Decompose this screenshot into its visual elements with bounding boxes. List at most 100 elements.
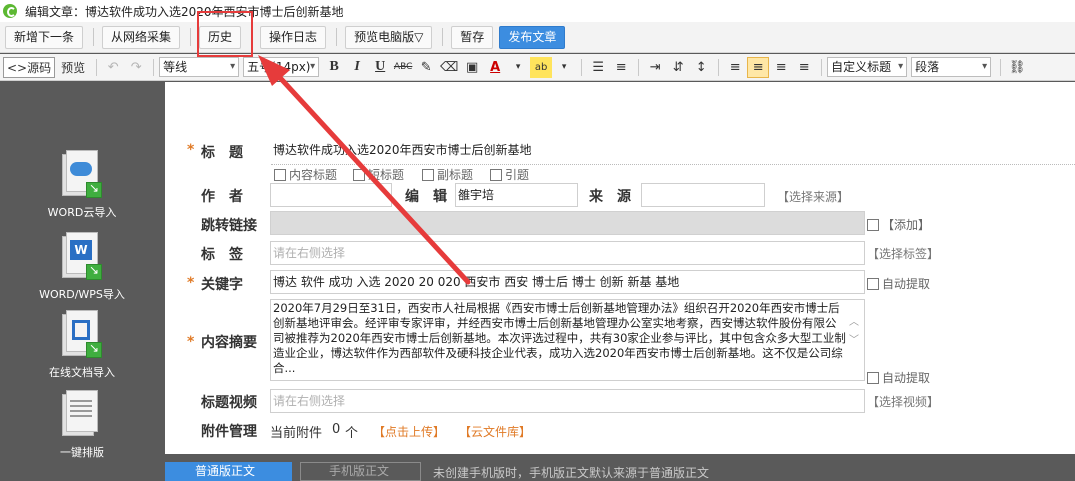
keywords-input[interactable]: 博达 软件 成功 入选 2020 20 020 西安市 西安 博士后 博士 创新… [270,270,865,294]
summary-textarea[interactable]: 2020年7月29日至31日，西安市人社局根据《西安市博士后创新基地管理办法》组… [270,299,865,381]
italic-icon[interactable]: I [346,57,368,78]
underline-icon[interactable]: U [369,57,391,78]
history-button[interactable]: 历史 [199,25,242,49]
paste-text-icon[interactable]: ▣ [461,57,483,78]
cloud-library-link[interactable]: 【云文件库】 [459,423,531,440]
highlight-color-icon[interactable]: ab [530,56,553,78]
preview-button[interactable]: 预览 [59,57,87,78]
upload-attachment-link[interactable]: 【点击上传】 [373,423,445,440]
one-click-layout-label: 一键排版 [60,446,104,459]
divider [442,28,444,46]
clear-format-icon[interactable]: ⌫ [438,57,460,78]
divider [336,28,338,46]
window-title: 编辑文章：博达软件成功入选2020年西安市博士后创新基地 [25,4,344,19]
import-sidebar: WORD云导入 W WORD/WPS导入 在线文档导入 一键排版 [0,82,165,481]
keywords-auto-checkbox[interactable]: 自动提取 [867,275,930,292]
divider [93,28,95,46]
divider [96,58,98,76]
online-doc-import-label: 在线文档导入 [49,366,115,379]
editor-toolbar: <>源码 预览 ↶ ↷ 等线 五号(14px) B I U ABC ✎ ⌫ ▣ … [0,54,1075,81]
preview-desktop-button[interactable]: 预览电脑版▽ [345,25,433,49]
keywords-label: 关键字 [201,277,243,293]
video-label: 标题视频 [201,395,257,411]
summary-label: 内容摘要 [201,335,257,351]
attachments-label: 附件管理 [201,424,257,440]
ordered-list-icon[interactable]: ☰ [587,57,609,78]
operation-log-button[interactable]: 操作日志 [260,25,327,49]
divider [153,58,155,76]
tags-input[interactable]: 请在右侧选择 [270,241,865,265]
link-icon[interactable]: ⛓ [1006,57,1028,78]
divider [718,58,720,76]
redo-icon[interactable]: ↷ [125,57,147,78]
required-marker: * [187,275,195,291]
paragraph-select[interactable]: 段落 [911,57,992,77]
spacing-icon[interactable]: ⇵ [667,57,689,78]
redirect-label: 跳转链接 [201,218,257,234]
tags-label: 标 签 [201,247,243,263]
web-collect-button[interactable]: 从网络采集 [102,25,181,49]
video-input[interactable]: 请在右侧选择 [270,389,865,413]
undo-icon[interactable]: ↶ [102,57,124,78]
title-input[interactable]: 博达软件成功入选2020年西安市博士后创新基地 [270,138,1075,162]
required-marker: * [187,334,195,350]
divider [190,28,192,46]
redirect-input[interactable] [270,211,865,235]
line-height-icon[interactable]: ↕ [690,57,712,78]
summary-auto-checkbox[interactable]: 自动提取 [867,369,930,386]
strikethrough-icon[interactable]: ABC [392,57,414,78]
align-center-icon[interactable]: ≡ [747,56,770,78]
font-size-select[interactable]: 五号(14px) [243,57,320,77]
mobile-body-note: 未创建手机版时，手机版正文默认来源于普通版正文 [433,466,710,480]
format-painter-icon[interactable]: ✎ [415,57,437,78]
article-form: * 标 题 博达软件成功入选2020年西安市博士后创新基地 内容标题 短标题 副… [165,82,1075,454]
source-code-button[interactable]: <>源码 [3,56,56,78]
word-cloud-import-label: WORD云导入 [47,206,117,219]
divider [821,58,823,76]
bold-icon[interactable]: B [323,57,345,78]
heading-select[interactable]: 自定义标题 [827,57,908,77]
divider [1000,58,1002,76]
required-marker: * [187,142,195,158]
editor-label: 编 辑 [405,189,447,205]
align-right-icon[interactable]: ≡ [770,57,792,78]
align-left-icon[interactable]: ≡ [724,57,746,78]
save-draft-button[interactable]: 暂存 [451,25,494,49]
attachments-unit: 个 [345,426,359,441]
tab-mobile-body[interactable]: 手机版正文 [300,462,421,481]
tab-normal-body[interactable]: 普通版正文 [165,462,292,481]
author-input[interactable] [270,183,392,207]
summary-scrollbar[interactable]: ︿ ﹀ [847,314,861,370]
font-color-icon[interactable]: A [484,57,506,78]
lead-title-checkbox[interactable]: 引题 [490,166,529,183]
source-input[interactable] [641,183,765,207]
subtitle-checkbox[interactable]: 副标题 [422,166,473,183]
select-tags-link[interactable]: 【选择标签】 [867,245,939,262]
align-justify-icon[interactable]: ≡ [793,57,815,78]
highlight-dropdown-icon[interactable]: ▾ [553,57,575,78]
title-label: 标 题 [201,145,243,161]
divider [251,28,253,46]
indent-icon[interactable]: ⇥ [644,57,666,78]
editor-input[interactable]: 雒宇培 [455,183,578,207]
layout-document-icon [62,390,102,440]
short-title-checkbox[interactable]: 短标题 [353,166,404,183]
one-click-layout[interactable]: 一键排版 [27,390,137,460]
font-color-dropdown-icon[interactable]: ▾ [507,57,529,78]
select-source-link[interactable]: 【选择来源】 [777,188,849,205]
unordered-list-icon[interactable]: ≡ [610,57,632,78]
content-title-checkbox[interactable]: 内容标题 [274,166,337,183]
publish-button[interactable]: 发布文章 [499,25,566,49]
body-tabs: 普通版正文 手机版正文 未创建手机版时，手机版正文默认来源于普通版正文 [165,462,1075,481]
cloud-document-icon [62,150,102,200]
online-doc-import[interactable]: 在线文档导入 [27,310,137,380]
word-wps-import[interactable]: W WORD/WPS导入 [27,232,137,302]
redirect-add-checkbox[interactable]: 【添加】 [867,216,930,233]
action-bar: 新增下一条 从网络采集 历史 操作日志 预览电脑版▽ 暂存 发布文章 [0,22,1075,53]
add-next-button[interactable]: 新增下一条 [5,25,84,49]
word-wps-import-label: WORD/WPS导入 [39,288,125,301]
font-family-select[interactable]: 等线 [159,57,240,77]
author-label: 作 者 [201,189,243,205]
select-video-link[interactable]: 【选择视频】 [867,393,939,410]
word-cloud-import[interactable]: WORD云导入 [27,150,137,220]
